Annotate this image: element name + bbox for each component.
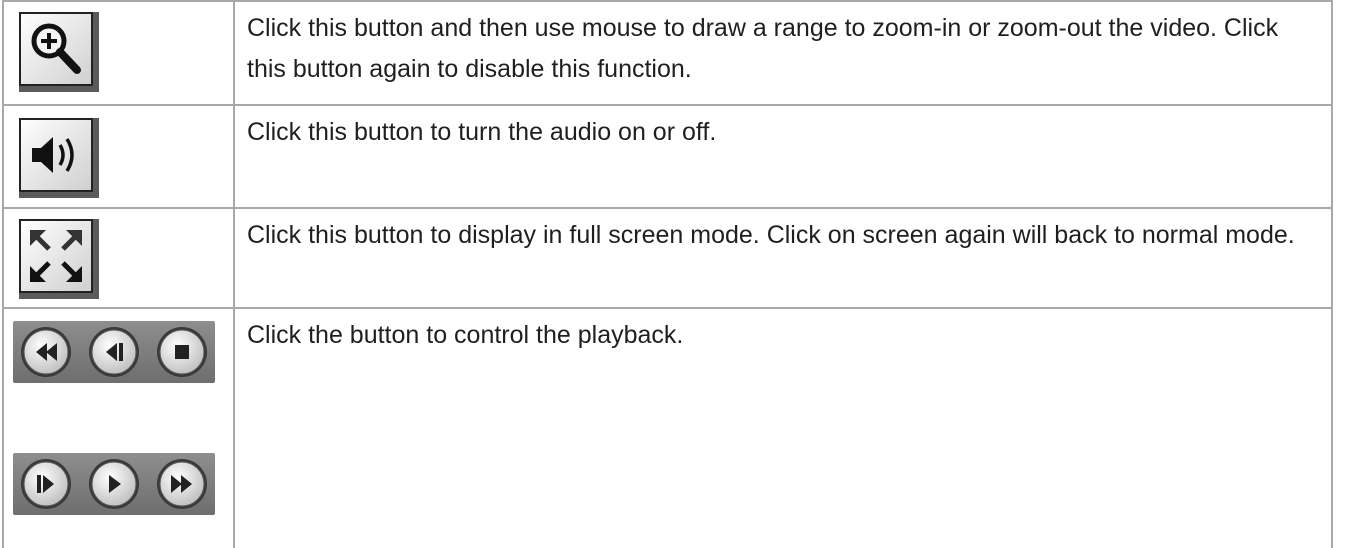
icon-cell: [0, 0, 235, 104]
fullscreen-icon: [19, 219, 99, 299]
row-description: Click this button to turn the audio on o…: [247, 118, 717, 146]
table-row: Click this button to display in full scr…: [0, 207, 1333, 307]
row-description: Click this button to display in full scr…: [247, 221, 1295, 249]
stop-icon: [155, 325, 209, 379]
row-description: Click the button to control the playback…: [247, 321, 684, 349]
icon-cell: [0, 207, 235, 307]
playback-button-group-top: [13, 321, 215, 383]
rewind-icon: [19, 325, 73, 379]
table-row: Click the button to control the playback…: [0, 307, 1333, 548]
playback-button-group-bottom: [13, 453, 215, 515]
row-description: Click this button and then use mouse to …: [247, 14, 1279, 83]
speaker-icon: [19, 118, 99, 198]
zoom-in-icon: [19, 12, 99, 92]
play-icon: [87, 457, 141, 511]
step-back-icon: [87, 325, 141, 379]
table-row: Click this button to turn the audio on o…: [0, 104, 1333, 207]
icon-cell: [0, 307, 235, 548]
table-row: Click this button and then use mouse to …: [0, 0, 1333, 104]
button-reference-table: Click this button and then use mouse to …: [0, 0, 1333, 548]
fast-forward-icon: [155, 457, 209, 511]
icon-cell: [0, 104, 235, 207]
step-forward-icon: [19, 457, 73, 511]
